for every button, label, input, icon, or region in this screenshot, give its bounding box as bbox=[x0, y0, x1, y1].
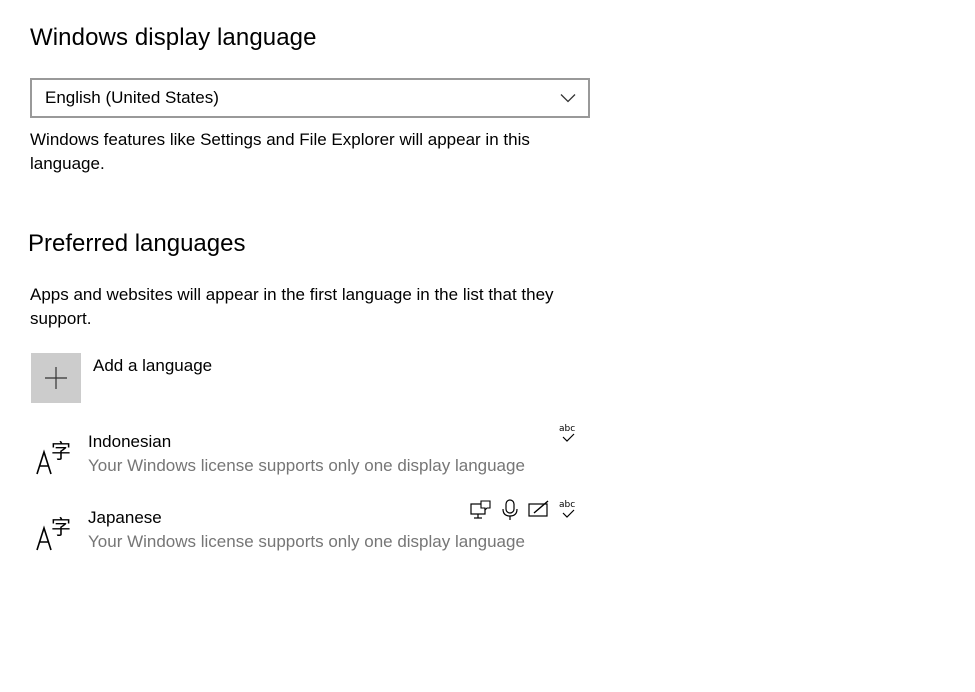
spelling-icon: abc bbox=[559, 424, 575, 442]
display-language-heading: Windows display language bbox=[30, 24, 317, 51]
handwriting-icon bbox=[528, 500, 549, 517]
plus-icon bbox=[45, 367, 67, 389]
svg-text:abc: abc bbox=[559, 500, 575, 510]
display-language-selected: English (United States) bbox=[45, 88, 219, 107]
language-icon: 字 bbox=[34, 436, 74, 476]
display-language-icon bbox=[470, 500, 491, 519]
svg-text:字: 字 bbox=[51, 515, 71, 539]
language-name: Indonesian bbox=[88, 432, 172, 451]
add-language-button[interactable] bbox=[31, 353, 81, 403]
svg-text:abc: abc bbox=[559, 424, 575, 434]
language-note: Your Windows license supports only one d… bbox=[88, 456, 525, 475]
add-language-label[interactable]: Add a language bbox=[93, 354, 212, 378]
language-item-indonesian[interactable]: 字 Indonesian Your Windows license suppor… bbox=[30, 424, 590, 490]
preferred-languages-description: Apps and websites will appear in the fir… bbox=[30, 285, 554, 328]
svg-text:字: 字 bbox=[51, 439, 71, 463]
language-note: Your Windows license supports only one d… bbox=[88, 532, 525, 551]
display-language-dropdown[interactable]: English (United States) bbox=[30, 78, 590, 118]
language-item-japanese[interactable]: 字 Japanese Your Windows license supports… bbox=[30, 499, 590, 566]
preferred-languages-heading: Preferred languages bbox=[28, 230, 246, 257]
spelling-icon: abc bbox=[559, 500, 575, 518]
speech-icon bbox=[502, 499, 518, 520]
language-icon: 字 bbox=[34, 512, 74, 552]
language-name: Japanese bbox=[88, 508, 162, 527]
chevron-down-icon bbox=[560, 90, 576, 106]
display-language-description: Windows features like Settings and File … bbox=[30, 130, 530, 173]
